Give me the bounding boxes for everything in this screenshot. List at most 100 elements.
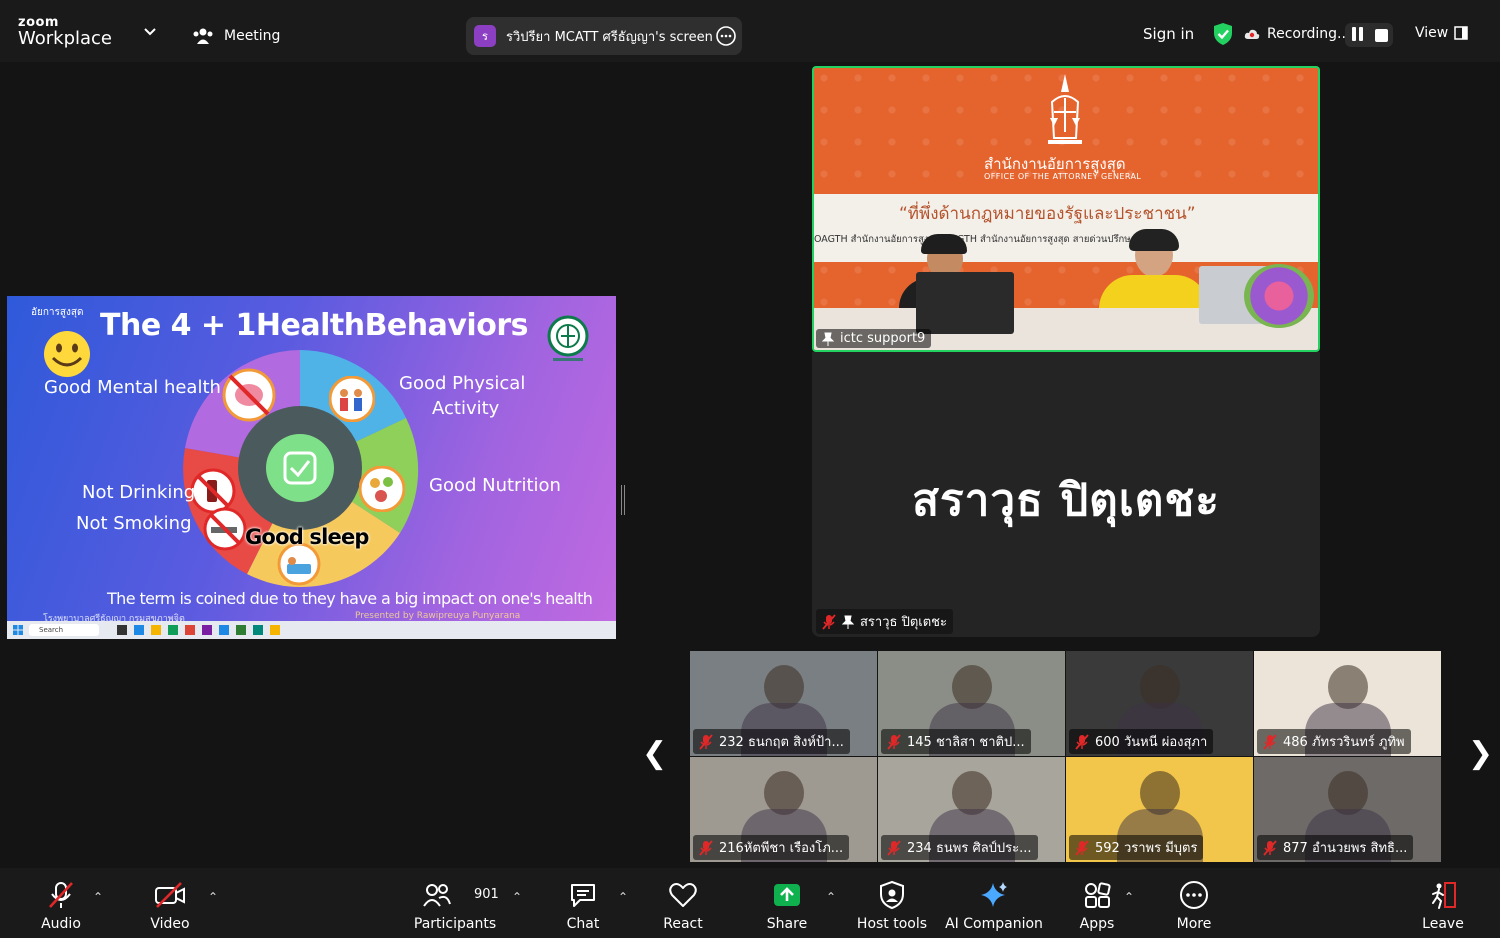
gallery-strip: 232 ธนกฤต สิงห์ป้า... 145 ชาลิสา ชาติป...… bbox=[690, 651, 1441, 862]
participant-tile[interactable]: 145 ชาลิสา ชาติป... bbox=[878, 651, 1065, 756]
no-smoking-icon bbox=[203, 507, 247, 551]
chat-label: Chat bbox=[566, 916, 600, 932]
pause-recording-button[interactable] bbox=[1350, 27, 1366, 43]
audio-button[interactable]: Audio bbox=[36, 868, 86, 938]
share-label: รวิปรียา MCATT ศรีธัญญา's screen bbox=[506, 29, 713, 45]
meeting-toolbar: Audio ⌃ Video ⌃ Participants 901 ⌃ Chat … bbox=[0, 868, 1500, 938]
chat-button[interactable]: Chat bbox=[558, 868, 608, 938]
department-logo-icon bbox=[547, 315, 589, 361]
encryption-shield-icon[interactable] bbox=[1212, 22, 1234, 46]
participant-tile-no-video[interactable]: สราวุธ ปิตุเตชะ สราวุธ ปิตุเตชะ bbox=[812, 352, 1320, 637]
host-tools-button[interactable]: Host tools bbox=[852, 868, 932, 938]
chevron-down-icon[interactable] bbox=[143, 27, 157, 37]
view-button[interactable]: View bbox=[1415, 25, 1468, 41]
label-physical-1: Good Physical bbox=[399, 373, 526, 394]
slide-tag: อัยการสูงสุด bbox=[31, 307, 84, 318]
food-plate-icon bbox=[359, 466, 405, 512]
more-button[interactable]: More bbox=[1169, 868, 1219, 938]
banner-quote: “ที่พึ่งด้านกฎหมายของรัฐและประชาชน” bbox=[899, 204, 1196, 224]
participant-tile[interactable]: 216หัตพีชา เรืองโภ... bbox=[690, 757, 877, 862]
presenter-avatar: ร bbox=[474, 25, 496, 47]
label-not-drinking: Not Drinking bbox=[82, 482, 196, 503]
participants-label: Participants bbox=[413, 916, 497, 932]
muted-mic-icon bbox=[887, 733, 901, 750]
host-shield-icon bbox=[880, 880, 904, 910]
meeting-info-button[interactable]: Meeting bbox=[192, 26, 280, 46]
share-button[interactable]: Share bbox=[762, 868, 812, 938]
org-name-english: OFFICE OF THE ATTORNEY GENERAL bbox=[984, 172, 1142, 181]
apps-options-caret-icon[interactable]: ⌃ bbox=[1124, 890, 1134, 904]
ai-companion-button[interactable]: AI Companion bbox=[945, 868, 1043, 938]
gallery-prev-icon[interactable]: ❮ bbox=[642, 736, 667, 771]
backdrop-banner: “ที่พึ่งด้านกฎหมายของรัฐและประชาชน” OAGT… bbox=[814, 194, 1318, 262]
view-label: View bbox=[1415, 25, 1449, 41]
smiley-icon bbox=[44, 331, 90, 377]
windows-start-icon bbox=[13, 625, 23, 635]
react-button[interactable]: React bbox=[658, 868, 708, 938]
slide-footer: The term is coined due to they have a bi… bbox=[107, 589, 593, 608]
more-options-icon[interactable] bbox=[716, 26, 736, 46]
speaker-name: ictc support9 bbox=[840, 331, 926, 346]
active-speaker-video[interactable]: สำนักงานอัยการสูงสุด OFFICE OF THE ATTOR… bbox=[812, 66, 1320, 352]
more-label: More bbox=[1176, 916, 1212, 932]
video-button[interactable]: Video bbox=[145, 868, 195, 938]
video-label: Video bbox=[150, 916, 190, 932]
presenter-taskbar: Search bbox=[7, 621, 616, 639]
participant-tile[interactable]: 486 ภัทรวรินทร์ ภูทิพ bbox=[1254, 651, 1441, 756]
participant-name: 600 วันหนี ผ่องสุภา bbox=[1095, 735, 1208, 750]
split-view-resize-handle[interactable] bbox=[621, 485, 625, 515]
muted-mic-icon bbox=[1263, 839, 1277, 856]
ai-companion-label: AI Companion bbox=[945, 916, 1043, 932]
recording-controls bbox=[1345, 23, 1393, 47]
participant-tile[interactable]: 600 วันหนี ผ่องสุภา bbox=[1066, 651, 1253, 756]
muted-mic-icon bbox=[699, 839, 713, 856]
participant-name: 232 ธนกฤต สิงห์ป้า... bbox=[719, 735, 844, 750]
brand-workplace: Workplace bbox=[18, 28, 113, 49]
gallery-next-icon[interactable]: ❯ bbox=[1468, 736, 1493, 771]
share-options-caret-icon[interactable]: ⌃ bbox=[826, 890, 836, 904]
shared-screen[interactable]: อัยการสูงสุด The 4 + 1HealthBehaviors Go… bbox=[7, 296, 616, 639]
participants-button[interactable]: Participants bbox=[414, 868, 496, 938]
muted-mic-icon bbox=[1075, 839, 1089, 856]
apps-icon bbox=[1085, 882, 1111, 908]
sign-in-link[interactable]: Sign in bbox=[1143, 25, 1194, 43]
muted-mic-icon bbox=[1263, 733, 1277, 750]
apps-button[interactable]: Apps bbox=[1072, 868, 1122, 938]
label-not-smoking: Not Smoking bbox=[76, 513, 192, 534]
participant-name: 145 ชาลิสา ชาติป... bbox=[907, 735, 1025, 750]
participant-tile[interactable]: 232 ธนกฤต สิงห์ป้า... bbox=[690, 651, 877, 756]
label-physical-2: Activity bbox=[432, 398, 500, 419]
chat-options-caret-icon[interactable]: ⌃ bbox=[618, 890, 628, 904]
participant-tile[interactable]: 592 วราพร มีบุตร bbox=[1066, 757, 1253, 862]
leave-door-icon bbox=[1432, 882, 1456, 909]
participant-name: 592 วราพร มีบุตร bbox=[1095, 841, 1198, 856]
participant-name-tag: 600 วันหนี ผ่องสุภา bbox=[1069, 729, 1214, 754]
participant-display-name: สราวุธ ปิตุเตชะ bbox=[912, 475, 1220, 526]
screen-share-indicator[interactable]: ร รวิปรียา MCATT ศรีธัญญา's screen bbox=[466, 17, 742, 55]
more-icon bbox=[1180, 881, 1208, 909]
leave-button[interactable]: Leave bbox=[1418, 868, 1468, 938]
participant-tile[interactable]: 234 ธนพร ศิลป์ประ... bbox=[878, 757, 1065, 862]
audio-label: Audio bbox=[41, 916, 81, 932]
brain-icon bbox=[222, 368, 276, 422]
video-options-caret-icon[interactable]: ⌃ bbox=[208, 890, 218, 904]
participant-name: 234 ธนพร ศิลป์ประ... bbox=[907, 841, 1032, 856]
taskbar-apps bbox=[117, 625, 280, 635]
taskbar-search: Search bbox=[29, 624, 99, 636]
video-off-icon bbox=[155, 882, 185, 908]
participant-small-name: สราวุธ ปิตุเตชะ bbox=[860, 615, 947, 630]
share-screen-icon bbox=[774, 884, 800, 906]
participant-name: 877 อำนวยพร สิทธิ... bbox=[1283, 841, 1408, 856]
participants-options-caret-icon[interactable]: ⌃ bbox=[512, 890, 522, 904]
heart-icon bbox=[669, 883, 697, 907]
label-good-sleep: Good sleep bbox=[245, 525, 369, 549]
participant-tile[interactable]: 877 อำนวยพร สิทธิ... bbox=[1254, 757, 1441, 862]
ai-sparkle-icon bbox=[981, 882, 1007, 907]
audio-options-caret-icon[interactable]: ⌃ bbox=[93, 890, 103, 904]
participant-name-tag: 592 วราพร มีบุตร bbox=[1069, 835, 1204, 860]
attorney-general-emblem-icon bbox=[1048, 74, 1082, 144]
participant-name-tag: 234 ธนพร ศิลป์ประ... bbox=[881, 835, 1038, 860]
recording-status[interactable]: Recording... bbox=[1244, 26, 1350, 42]
stop-recording-button[interactable] bbox=[1375, 28, 1389, 42]
participant-name: 216หัตพีชา เรืองโภ... bbox=[719, 841, 844, 856]
